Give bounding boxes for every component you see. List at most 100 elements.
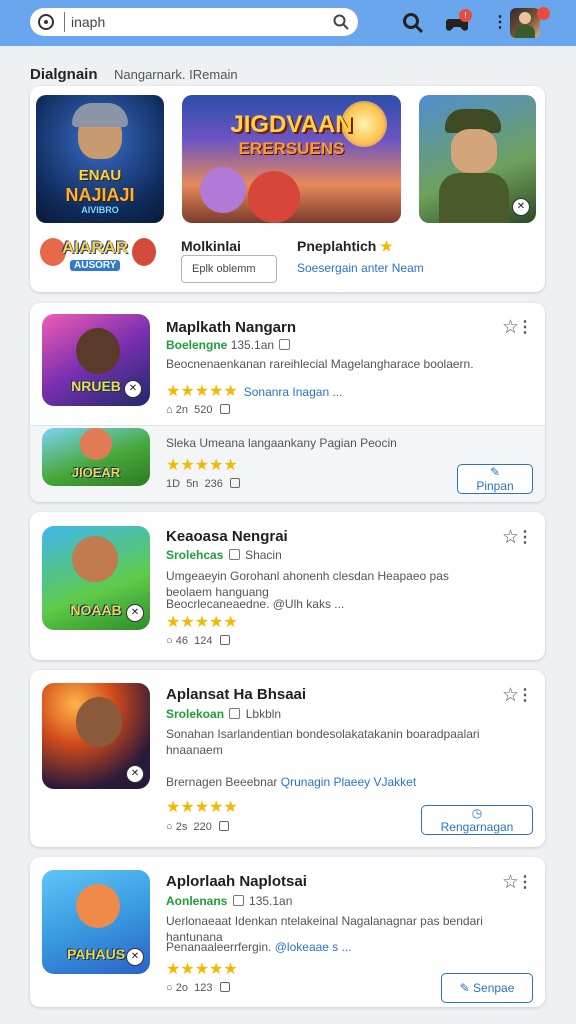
featured-card: ENAU NAJIAJI AIVIBRO JIGDVAAN ERERSUENS …: [30, 86, 545, 292]
meta-a: 2s: [175, 821, 188, 833]
app-thumbnail[interactable]: NRUEB ✕: [42, 314, 150, 406]
logo-mascot-2: [132, 238, 156, 266]
app-link[interactable]: Beocrlecaneaedne. @Ulh kaks ...: [166, 596, 496, 612]
more-vert-icon[interactable]: ⋮: [517, 872, 533, 892]
controller-icon: ✕: [126, 948, 144, 966]
app-card[interactable]: ✕ Aplansat Ha Bhsaai Srolekoan Lbkbln So…: [30, 670, 545, 847]
meta-b: 220: [193, 821, 212, 833]
rating-note[interactable]: Sonanra Inagan ...: [244, 385, 343, 399]
avatar[interactable]: [510, 8, 540, 38]
app-meta: ⌂ 2n 520: [166, 404, 230, 416]
meta-b: 5n: [186, 478, 199, 490]
featured-col2-title-text: Pneplahtich: [297, 238, 377, 254]
app-description: Sonahan Isarlandentian bondesolakatakani…: [166, 727, 480, 757]
app-subrow[interactable]: JIOEAR Sleka Umeana langaankany Pagian P…: [30, 425, 545, 502]
app-card[interactable]: PAHAUS ✕ Aplorlaah Naplotsai Aonlenans 1…: [30, 857, 545, 1007]
app-developer[interactable]: Aonlenans 135.1an: [166, 894, 292, 908]
star-icon: ★: [380, 238, 393, 254]
app-link-label: Penanaaleerrfergin.: [166, 940, 272, 954]
meta-c: 236: [204, 478, 223, 490]
rating-stars: ★★★★★: [166, 612, 238, 632]
red-character: [248, 171, 300, 223]
featured-logo[interactable]: AIARAR AUSORY: [40, 234, 158, 278]
download-icon: [219, 635, 230, 645]
app-size: 135.1an: [249, 894, 293, 908]
install-button[interactable]: ◷ Rengarnagan: [421, 805, 533, 835]
search-input[interactable]: [64, 12, 324, 32]
app-thumbnail[interactable]: NOAAB ✕: [42, 526, 150, 630]
featured-art-2[interactable]: JIGDVAAN ERERSUENS: [182, 95, 401, 223]
featured-art-3[interactable]: ✕: [419, 95, 536, 223]
comment-icon: ○: [166, 821, 173, 833]
more-vert-icon[interactable]: ⋮: [492, 12, 508, 32]
thumbnail-character: [76, 697, 122, 747]
more-vert-icon[interactable]: ⋮: [517, 527, 533, 547]
app-meta: ○ 2o 123: [166, 982, 230, 994]
age-rating-icon: [228, 549, 240, 560]
featured-art-1[interactable]: ENAU NAJIAJI AIVIBRO: [36, 95, 164, 223]
app-thumbnail[interactable]: ✕: [42, 683, 150, 789]
app-title[interactable]: Aplansat Ha Bhsaai: [166, 686, 306, 703]
rating-value: ★★★★★: [166, 961, 238, 978]
featured-col1-button[interactable]: Eplk oblemm: [181, 255, 277, 283]
art-2-title-2: ERERSUENS: [238, 139, 345, 158]
tab-sub[interactable]: Nangarnark. IRemain: [114, 67, 238, 82]
meta-a: 2n: [175, 404, 188, 416]
developer-name: Srolekoan: [166, 707, 225, 721]
install-button-label: Senpae: [473, 981, 515, 995]
art-1-title: ENAU: [78, 167, 122, 184]
app-size: 135.1an: [230, 338, 275, 352]
app-developer[interactable]: Srolekoan Lbkbln: [166, 707, 281, 721]
app-meta: ○ 46 124: [166, 635, 230, 647]
hero-face: [451, 129, 497, 173]
install-button-label: Rengarnagan: [440, 820, 514, 834]
art-1-title-2: NAJIAJI: [65, 185, 135, 205]
app-title[interactable]: Keaoasa Nengrai: [166, 528, 288, 545]
app-size: Shacin: [245, 548, 282, 562]
edit-icon: ✎: [459, 981, 470, 995]
search-icon[interactable]: [402, 12, 424, 39]
comment-icon: ○: [166, 635, 173, 647]
app-developer[interactable]: Boelengne 135.1an: [166, 338, 292, 352]
meta-b: 520: [194, 404, 213, 416]
logo-subtext: AUSORY: [70, 260, 121, 271]
download-icon: [219, 404, 230, 414]
age-rating-icon: [229, 708, 241, 719]
art-1-subtitle: AIVIBRO: [81, 205, 119, 215]
hero-body: [439, 173, 509, 223]
art-2-title: JIGDVAAN: [230, 111, 353, 138]
rating-value: ★★★★★: [166, 799, 238, 816]
featured-col2-link[interactable]: Soesergain anter Neam: [297, 261, 424, 275]
app-link[interactable]: @lokeaae s ...: [275, 940, 352, 954]
app-card[interactable]: NRUEB ✕ Maplkath Nangarn Boelengne 135.1…: [30, 303, 545, 502]
thumbnail-character: [72, 536, 118, 582]
more-vert-icon[interactable]: ⋮: [517, 685, 533, 705]
notifications-icon[interactable]: !: [459, 9, 472, 22]
developer-name: Srolehcas: [166, 548, 224, 562]
controller-icon: ✕: [124, 380, 142, 398]
history-icon[interactable]: [38, 14, 54, 30]
search-icon[interactable]: [332, 13, 350, 36]
featured-col1-title: Molkinlai: [181, 238, 241, 254]
tab-main[interactable]: Dialgnain: [30, 66, 98, 83]
install-button[interactable]: ✎ Senpae: [441, 973, 533, 1003]
notification-badge: [537, 7, 550, 20]
app-size: Lbkbln: [245, 707, 282, 721]
app-title[interactable]: Maplkath Nangarn: [166, 319, 296, 336]
app-description: Sleka Umeana langaankany Pagian Peocin: [166, 436, 397, 450]
thumbnail-character: [80, 428, 112, 460]
app-thumbnail[interactable]: PAHAUS ✕: [42, 870, 150, 974]
app-links: Penanaaleerrfergin. @lokeaae s ...: [166, 939, 466, 955]
rating-stars: ★★★★★: [166, 797, 238, 817]
controller-icon: ✕: [126, 604, 144, 622]
app-title[interactable]: Aplorlaah Naplotsai: [166, 873, 307, 890]
search-bar[interactable]: [30, 8, 358, 36]
rating-value: ★★★★★: [166, 614, 238, 631]
app-thumbnail[interactable]: JIOEAR: [42, 428, 150, 486]
app-link[interactable]: Qrunagin Plaeey VJakket: [281, 775, 416, 789]
app-card[interactable]: NOAAB ✕ Keaoasa Nengrai Srolehcas Shacin…: [30, 512, 545, 660]
more-vert-icon[interactable]: ⋮: [517, 317, 533, 337]
install-button[interactable]: ✎ Pinpan: [457, 464, 533, 494]
thumbnail-character: [76, 328, 120, 374]
app-developer[interactable]: Srolehcas Shacin: [166, 548, 282, 562]
